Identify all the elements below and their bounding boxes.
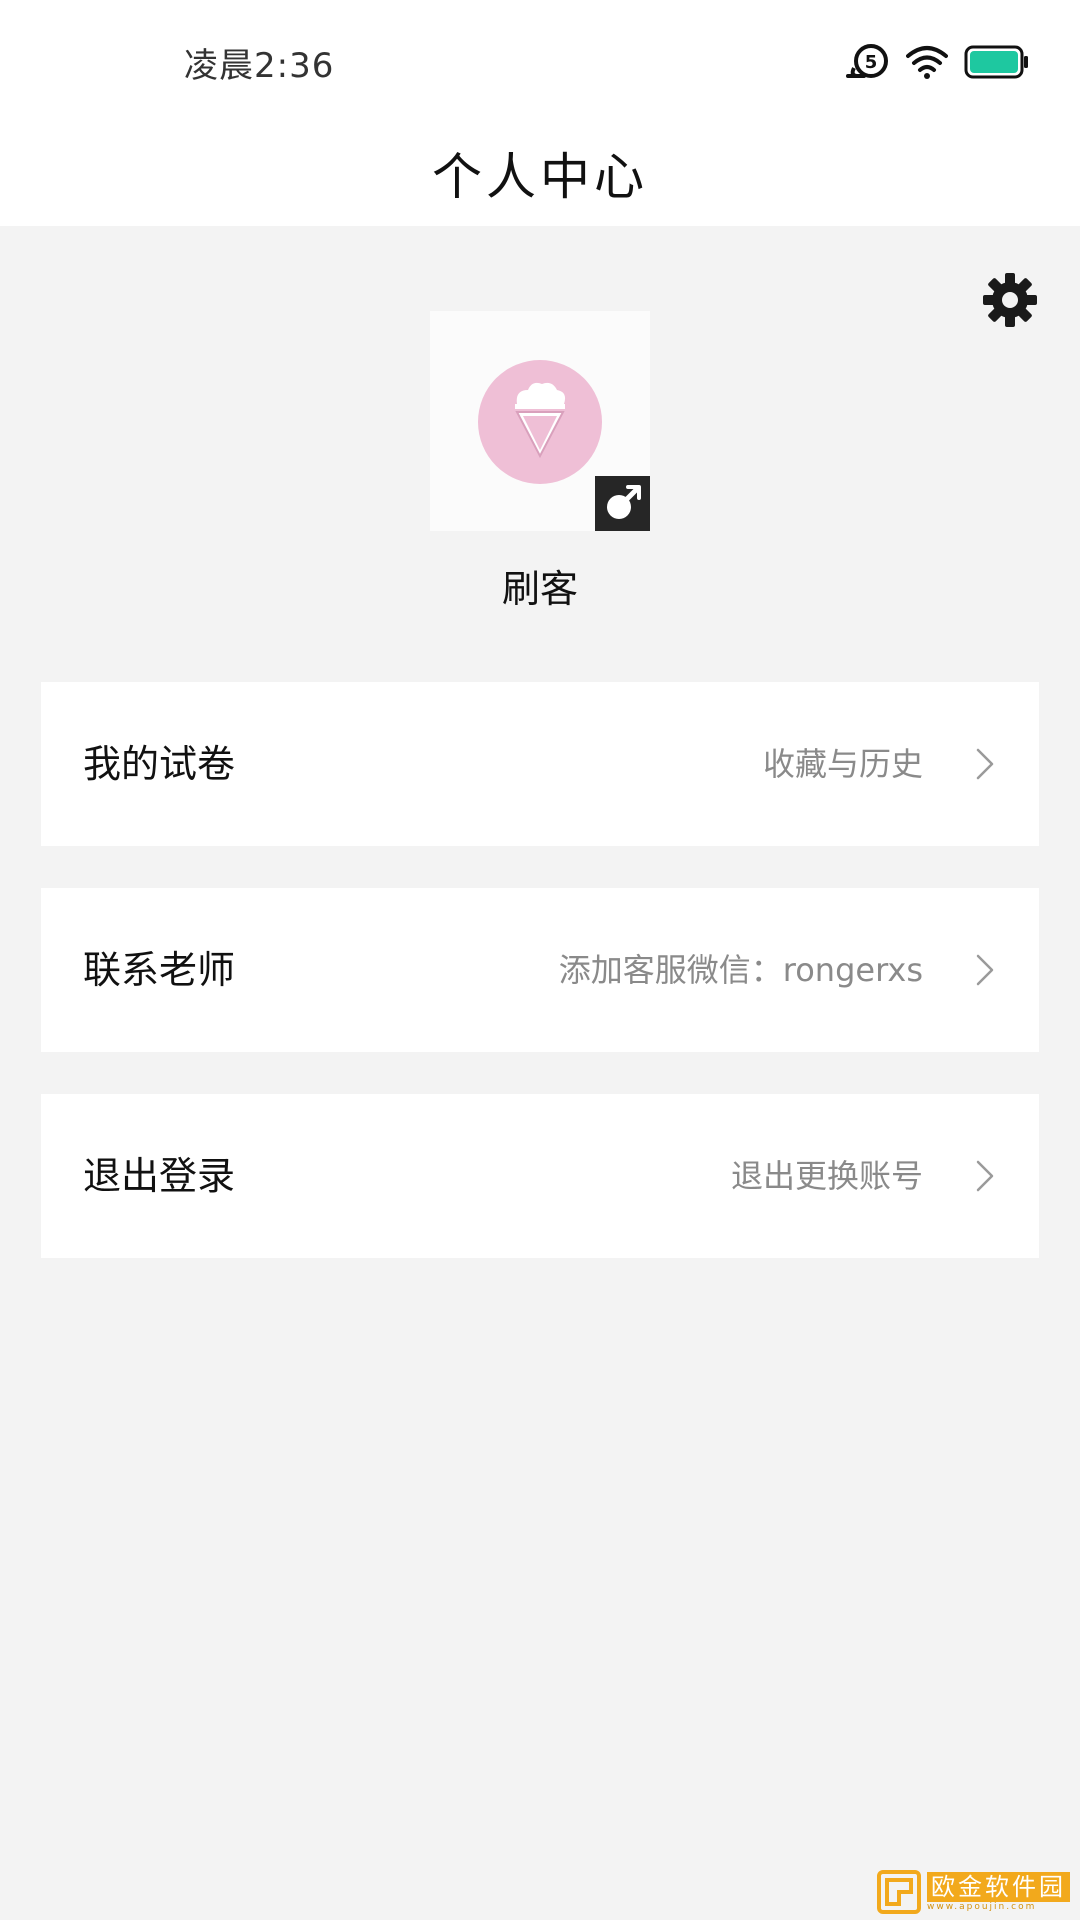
svg-text:5: 5	[865, 52, 878, 73]
menu-label: 联系老师	[83, 948, 236, 992]
watermark: 欧金软件园 www.apoujin.com	[877, 1870, 1070, 1914]
menu-contact-teacher[interactable]: 联系老师 添加客服微信：rongerxs	[41, 888, 1039, 1052]
gender-badge	[595, 476, 650, 531]
watermark-text: 欧金软件园 www.apoujin.com	[927, 1872, 1070, 1912]
menu-desc: 收藏与历史	[762, 745, 923, 783]
male-icon	[607, 485, 641, 519]
watermark-url: www.apoujin.com	[927, 1902, 1037, 1912]
menu-my-papers[interactable]: 我的试卷 收藏与历史	[41, 682, 1039, 846]
menu-desc: 退出更换账号	[730, 1157, 923, 1195]
page-title: 个人中心	[432, 148, 648, 206]
ice-cream-icon	[515, 382, 566, 459]
header: 个人中心	[0, 120, 1080, 226]
menu-label: 退出登录	[83, 1154, 236, 1198]
gear-icon	[983, 273, 1037, 327]
status-bar: 凌晨2:36 5	[0, 0, 1080, 120]
chevron-right-icon	[976, 748, 994, 780]
chevron-right-icon	[976, 1160, 994, 1192]
menu-desc: 添加客服微信：rongerxs	[558, 951, 923, 989]
wifi-icon	[906, 46, 948, 79]
username: 刷客	[501, 567, 578, 611]
avatar[interactable]	[430, 311, 650, 531]
battery-icon	[964, 45, 1028, 79]
watermark-name: 欧金软件园	[927, 1872, 1070, 1902]
data-saver-icon: 5	[846, 44, 888, 78]
status-icons: 5	[844, 40, 1030, 84]
settings-button[interactable]	[980, 270, 1040, 330]
watermark-logo-icon	[877, 1870, 921, 1914]
menu-logout[interactable]: 退出登录 退出更换账号	[41, 1094, 1039, 1258]
chevron-right-icon	[976, 954, 994, 986]
status-time: 凌晨2:36	[184, 46, 335, 86]
menu-label: 我的试卷	[83, 742, 236, 786]
avatar-circle	[478, 360, 602, 484]
